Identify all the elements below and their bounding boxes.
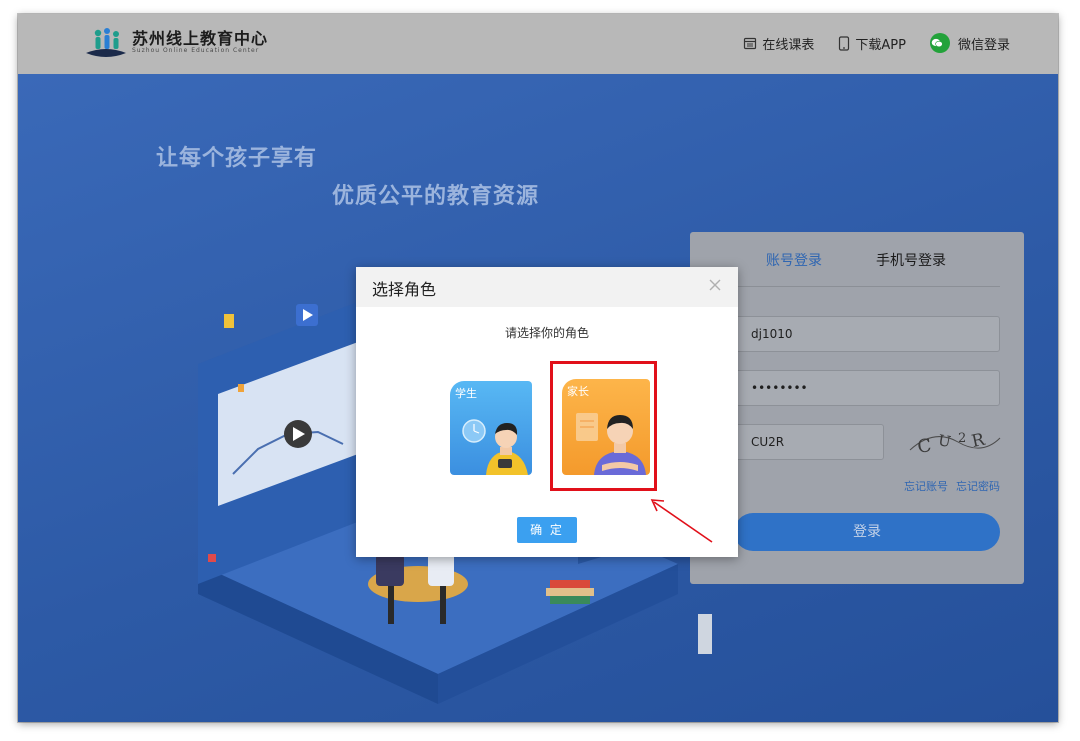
- browser-frame: 苏州线上教育中心 Suzhou Online Education Center …: [18, 14, 1058, 722]
- svg-text:C: C: [916, 435, 933, 458]
- nav-schedule[interactable]: 在线课表: [743, 34, 814, 53]
- top-header: 苏州线上教育中心 Suzhou Online Education Center …: [18, 14, 1058, 74]
- nav-wechat-login[interactable]: 微信登录: [929, 33, 1010, 53]
- phone-icon: [839, 35, 850, 51]
- forget-account-link[interactable]: 忘记账号: [904, 478, 948, 494]
- tab-account-login[interactable]: 账号登录: [766, 250, 822, 270]
- captcha-image[interactable]: C U 2 R: [904, 420, 1002, 462]
- tab-divider: [734, 286, 1000, 287]
- dialog-prompt: 请选择你的角色: [504, 326, 589, 340]
- svg-text:2: 2: [958, 431, 966, 446]
- nav-download-app[interactable]: 下载APP: [838, 34, 906, 53]
- logo-subtitle: Suzhou Online Education Center: [132, 47, 260, 54]
- selection-highlight: [550, 361, 657, 491]
- logo-mark-icon: [86, 28, 126, 57]
- login-panel: 账号登录 手机号登录 dj1010 •••••••• CU2R C U 2 R …: [690, 232, 1024, 584]
- confirm-button[interactable]: 确 定: [517, 517, 577, 543]
- tab-phone-login[interactable]: 手机号登录: [876, 250, 946, 270]
- site-logo[interactable]: 苏州线上教育中心 Suzhou Online Education Center: [84, 25, 284, 61]
- role-card-student[interactable]: 学生: [450, 381, 532, 475]
- calendar-icon: [744, 37, 757, 50]
- svg-text:R: R: [970, 430, 988, 452]
- nav-schedule-label: 在线课表: [762, 37, 815, 53]
- captcha-field[interactable]: CU2R: [734, 424, 884, 460]
- username-field[interactable]: dj1010: [734, 316, 1000, 352]
- slogan-line-1: 让每个孩子享有: [156, 146, 318, 171]
- close-icon[interactable]: [708, 278, 722, 292]
- svg-text:U: U: [937, 431, 953, 451]
- dialog-title: 选择角色: [372, 280, 437, 299]
- forget-password-link[interactable]: 忘记密码: [956, 478, 1000, 494]
- logo-title: 苏州线上教育中心: [132, 29, 269, 48]
- login-button[interactable]: 登录: [734, 513, 1000, 551]
- wechat-icon: [929, 33, 950, 53]
- nav-wechat-login-label: 微信登录: [957, 37, 1010, 53]
- student-avatar-icon: [462, 419, 528, 475]
- header-nav: 在线课表 下载APP 微信登录: [719, 32, 1010, 54]
- nav-download-app-label: 下载APP: [855, 37, 906, 53]
- dialog-header: 选择角色: [356, 267, 738, 307]
- slogan-line-2: 优质公平的教育资源: [332, 184, 540, 209]
- annotation-arrow-icon: [650, 499, 713, 543]
- password-field[interactable]: ••••••••: [734, 370, 1000, 406]
